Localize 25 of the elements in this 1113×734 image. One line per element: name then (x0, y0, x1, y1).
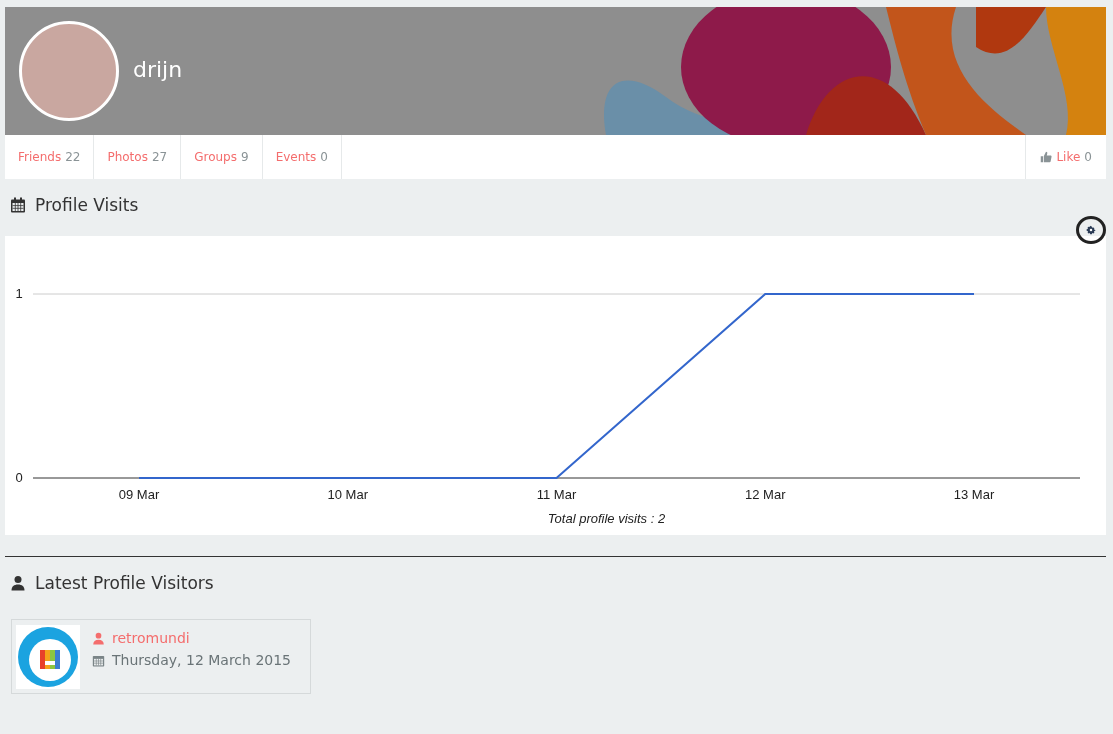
profile-tab[interactable]: Photos 27 (94, 135, 182, 179)
visit-date: Thursday, 12 March 2015 (112, 652, 292, 668)
like-button[interactable]: Like 0 (1025, 135, 1106, 179)
user-icon (10, 575, 26, 591)
user-icon (92, 631, 105, 645)
section-title: Latest Profile Visitors (35, 573, 214, 593)
profile-tab[interactable]: Groups 9 (181, 135, 263, 179)
profile-tab[interactable]: Events 0 (262, 135, 342, 179)
x-tick-label: 13 Mar (953, 487, 995, 502)
x-tick-label: 10 Mar (327, 487, 368, 502)
calendar-icon (92, 653, 105, 667)
x-tick-label: 11 Mar (536, 487, 577, 502)
y-tick-label: 1 (15, 286, 23, 301)
y-tick-label: 0 (15, 470, 23, 485)
thumbs-up-icon (1040, 151, 1053, 163)
x-tick-label: 12 Mar (745, 487, 786, 502)
profile-tab[interactable]: Friends 22 (5, 135, 95, 179)
calendar-icon (10, 197, 26, 213)
chart-caption: Total profile visits : 2 (547, 511, 666, 526)
visitor-avatar[interactable] (16, 625, 80, 689)
x-tick-label: 09 Mar (118, 487, 160, 502)
visitor-name-link[interactable]: retromundi (112, 630, 190, 646)
section-title: Profile Visits (35, 195, 139, 215)
profile-name: drijn (133, 56, 183, 82)
settings-icon (1086, 225, 1096, 235)
